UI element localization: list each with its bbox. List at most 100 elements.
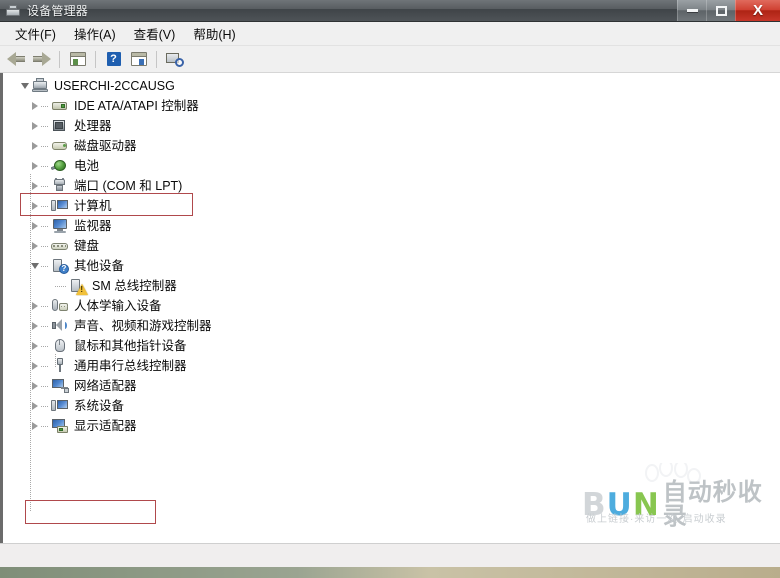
tree-node-sound-video-game[interactable]: 声音、视频和游戏控制器: [3, 316, 780, 336]
help-button[interactable]: ?: [102, 48, 125, 70]
device-manager-icon: [5, 4, 21, 18]
watermark-brand-text: 自动秒收录: [662, 479, 763, 530]
tree-node-label: SM 总线控制器: [92, 278, 177, 293]
sound-video-icon: [51, 318, 69, 334]
menu-help[interactable]: 帮助(H): [184, 21, 244, 46]
menu-file[interactable]: 文件(F): [6, 21, 65, 46]
watermark-tagline: 做上链接·来访一次·启动收录: [586, 514, 727, 525]
tree-dots: [41, 196, 51, 216]
maximize-button[interactable]: [706, 0, 735, 21]
back-arrow-icon: [7, 52, 26, 66]
expander[interactable]: [29, 96, 41, 116]
close-button[interactable]: X: [735, 0, 780, 21]
forward-button[interactable]: [30, 48, 53, 70]
tree-node-system-devices[interactable]: 系统设备: [3, 396, 780, 416]
tree-dots: [41, 156, 51, 176]
tree-node-ports[interactable]: 端口 (COM 和 LPT): [3, 176, 780, 196]
ide-controller-icon: [51, 98, 69, 114]
show-hidden-button[interactable]: [127, 48, 150, 70]
tree-dots: [41, 376, 51, 396]
tree-node-root[interactable]: USERCHI-2CCAUSG: [3, 76, 780, 96]
tree-node-monitors[interactable]: 监视器: [3, 216, 780, 236]
menu-bar: 文件(F) 操作(A) 查看(V) 帮助(H): [0, 22, 780, 46]
display-adapter-icon: [51, 418, 69, 434]
network-adapter-icon: [51, 378, 69, 394]
tree-dots: [41, 416, 51, 436]
tree-node-keyboards[interactable]: 键盘: [3, 236, 780, 256]
window-controls: X: [677, 0, 780, 22]
tree-node-sm-bus-controller[interactable]: ! SM 总线控制器: [3, 276, 780, 296]
expander[interactable]: [29, 336, 41, 356]
tree-node-label: 计算机: [74, 198, 112, 213]
tree-dots: [41, 236, 51, 256]
minimize-button[interactable]: [677, 0, 706, 21]
tree-node-usb-controllers[interactable]: 通用串行总线控制器: [3, 356, 780, 376]
battery-icon: [50, 158, 69, 174]
toolbar-separator-2: [95, 50, 96, 68]
back-button[interactable]: [5, 48, 28, 70]
window-title: 设备管理器: [27, 4, 89, 18]
expander[interactable]: [29, 216, 41, 236]
tree-node-disk-drives[interactable]: 磁盘驱动器: [3, 136, 780, 156]
menu-action[interactable]: 操作(A): [65, 21, 125, 46]
expander[interactable]: [29, 316, 41, 336]
expander[interactable]: [29, 116, 41, 136]
desktop-edge: [0, 567, 780, 578]
tree-node-label: 键盘: [74, 238, 100, 253]
tree-node-label: 声音、视频和游戏控制器: [74, 318, 212, 333]
tree-node-label: 人体学输入设备: [74, 298, 162, 313]
watermark-letter-u: U: [606, 486, 632, 523]
system-device-icon: [51, 398, 69, 414]
watermark-logo: B U N 自动秒收录: [582, 481, 772, 529]
scan-hardware-button[interactable]: [163, 48, 186, 70]
expander[interactable]: [29, 296, 41, 316]
tree-node-label: USERCHI-2CCAUSG: [54, 78, 175, 93]
watermark: B U N 自动秒收录 做上链接·来访一次·启动收录: [582, 463, 772, 541]
tree-node-label: 监视器: [74, 218, 112, 233]
monitor-icon: [51, 218, 69, 234]
port-icon: [51, 178, 69, 194]
tree-node-hid[interactable]: 人体学输入设备: [3, 296, 780, 316]
tree-dots: [55, 276, 69, 296]
expander[interactable]: [29, 396, 41, 416]
tree-node-label: 通用串行总线控制器: [74, 358, 187, 373]
properties-button[interactable]: [66, 48, 89, 70]
menu-view[interactable]: 查看(V): [125, 21, 185, 46]
expander[interactable]: [29, 356, 41, 376]
tree-node-label: 电池: [74, 158, 100, 173]
usb-controller-icon: [51, 358, 69, 374]
tree-dots: [41, 296, 51, 316]
tree-node-network-adapters[interactable]: 网络适配器: [3, 376, 780, 396]
properties-panel-icon: [69, 52, 86, 66]
title-bar[interactable]: 设备管理器 X: [0, 0, 780, 22]
expander[interactable]: [29, 156, 41, 176]
expander[interactable]: [29, 376, 41, 396]
close-icon: X: [752, 2, 763, 19]
tree-node-mice[interactable]: 鼠标和其他指针设备: [3, 336, 780, 356]
watermark-letter-b: B: [582, 486, 606, 523]
paw-icon: [645, 463, 701, 484]
tree-node-battery[interactable]: 电池: [3, 156, 780, 176]
tree-node-processor[interactable]: 处理器: [3, 116, 780, 136]
toolbar-separator-3: [156, 50, 157, 68]
device-tree: USERCHI-2CCAUSG IDE ATA/ATAPI 控制器 处理器 磁盘…: [3, 73, 780, 524]
highlight-box-display-adapters: [25, 500, 156, 524]
tree-node-other-devices[interactable]: ? 其他设备: [3, 256, 780, 276]
expander[interactable]: [29, 256, 41, 276]
expander[interactable]: [29, 136, 41, 156]
tree-dots: [41, 136, 51, 156]
expander[interactable]: [29, 176, 41, 196]
tree-node-label: 端口 (COM 和 LPT): [74, 178, 183, 193]
device-tree-panel[interactable]: USERCHI-2CCAUSG IDE ATA/ATAPI 控制器 处理器 磁盘…: [0, 73, 780, 543]
toolbar-separator-1: [59, 50, 60, 68]
disk-drive-icon: [51, 138, 69, 154]
expander[interactable]: [29, 236, 41, 256]
device-manager-window: 设备管理器 X 文件(F) 操作(A) 查看(V) 帮助(H) ? USERCH…: [0, 0, 780, 578]
tree-node-label: 磁盘驱动器: [74, 138, 137, 153]
tree-node-ide-controller[interactable]: IDE ATA/ATAPI 控制器: [3, 96, 780, 116]
expander[interactable]: [29, 196, 41, 216]
expander[interactable]: [29, 416, 41, 436]
tree-node-display-adapters[interactable]: 显示适配器: [3, 416, 780, 436]
tree-node-computer[interactable]: 计算机: [3, 196, 780, 216]
root-expander[interactable]: [19, 76, 31, 96]
